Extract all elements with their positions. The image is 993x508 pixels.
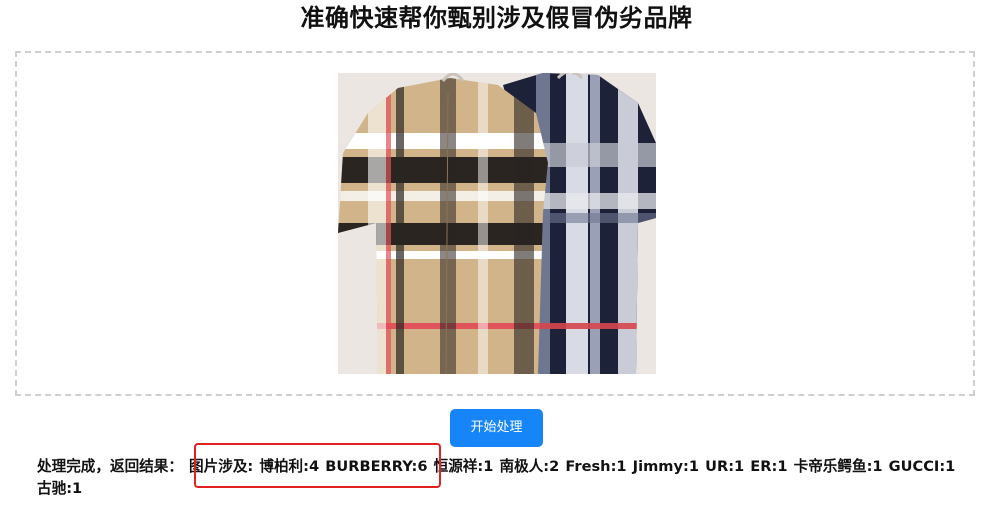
uploaded-image bbox=[338, 73, 656, 374]
result-prefix: 处理完成，返回结果： bbox=[37, 458, 183, 475]
result-text: 处理完成，返回结果： 图片涉及: 博柏利:4 BURBERRY:6 恒源祥:1 … bbox=[37, 456, 967, 500]
result-brand: 博柏利:4 bbox=[259, 458, 320, 475]
result-brand: Fresh:1 bbox=[565, 458, 627, 475]
result-brand: ER:1 bbox=[750, 458, 788, 475]
result-brand: 古驰:1 bbox=[37, 480, 83, 497]
result-brand: 卡帝乐鳄鱼:1 bbox=[793, 458, 883, 475]
image-upload-area[interactable] bbox=[15, 51, 975, 396]
result-brand: BURBERRY:6 bbox=[325, 458, 428, 475]
page-title: 准确快速帮你甄别涉及假冒伪劣品牌 bbox=[300, 4, 693, 32]
start-processing-button[interactable]: 开始处理 bbox=[450, 409, 543, 447]
page: 准确快速帮你甄别涉及假冒伪劣品牌 开始处理 处理完成，返回结果： 图片涉及: 博… bbox=[0, 0, 993, 508]
result-brand: Jimmy:1 bbox=[632, 458, 700, 475]
result-lead: 图片涉及: bbox=[189, 458, 254, 475]
result-brand: UR:1 bbox=[705, 458, 745, 475]
result-brand: 南极人:2 bbox=[499, 458, 560, 475]
result-brand: 恒源祥:1 bbox=[433, 458, 494, 475]
result-brand: GUCCI:1 bbox=[888, 458, 956, 475]
